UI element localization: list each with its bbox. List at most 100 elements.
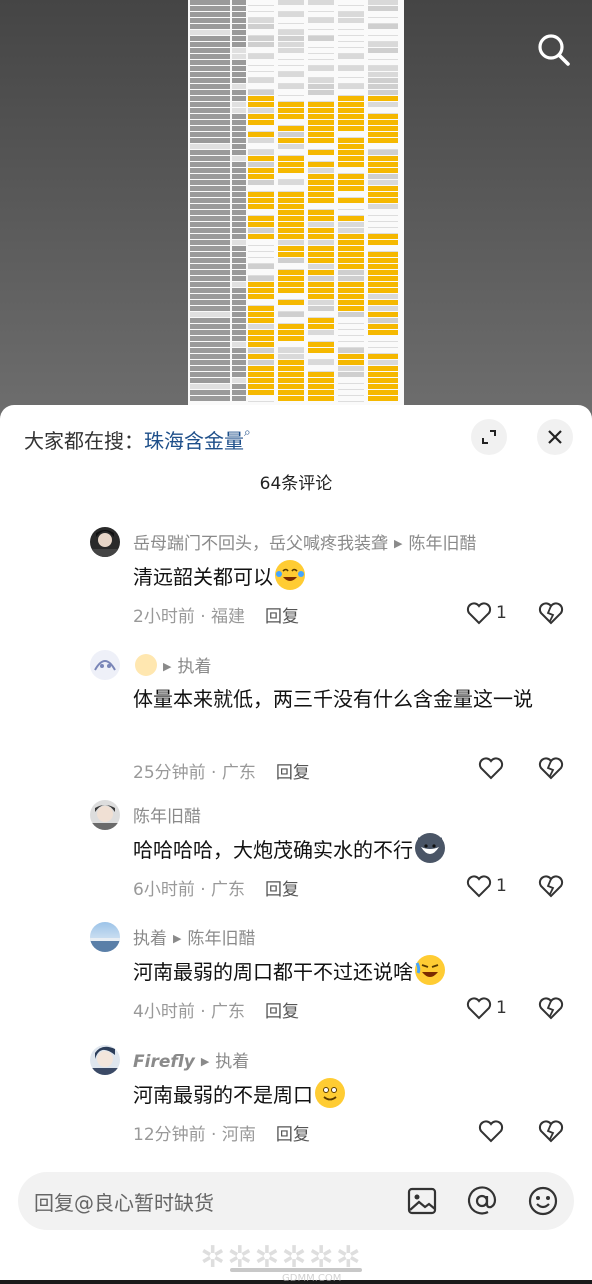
avatar[interactable]: [90, 527, 120, 557]
sheet-cell: [338, 312, 364, 317]
reply-input-bar[interactable]: 回复@良心暂时缺货: [18, 1172, 574, 1230]
sheet-cell: [248, 114, 274, 119]
sheet-cell: [190, 204, 230, 209]
comment-text: 河南最弱的周口都干不过还说啥: [133, 955, 563, 989]
reply-to-name[interactable]: 陈年旧醋: [187, 929, 255, 949]
reply-to-name[interactable]: 陈年旧醋: [408, 534, 476, 554]
sheet-cell: [232, 90, 246, 95]
reply-button[interactable]: 回复: [265, 1002, 299, 1022]
sheet-cell: [278, 270, 304, 275]
sheet-cell: [248, 354, 274, 359]
avatar[interactable]: [90, 922, 120, 952]
sheet-cell: [278, 372, 304, 377]
sheet-cell: [248, 150, 274, 155]
spreadsheet-image[interactable]: [188, 0, 404, 410]
sheet-cell: [338, 222, 364, 227]
sheet-cell: [338, 96, 364, 101]
sheet-cell: [278, 114, 304, 119]
sheet-cell: [308, 0, 334, 5]
comment-author[interactable]: Firefly: [133, 1052, 195, 1072]
dislike-button[interactable]: [538, 756, 564, 784]
sheet-cell: [308, 114, 334, 119]
like-button[interactable]: 1: [466, 996, 507, 1020]
reply-to-name[interactable]: 执着: [215, 1052, 249, 1072]
reply-to-name[interactable]: 执着: [177, 657, 211, 677]
sheet-cell: [368, 138, 398, 143]
sheet-cell: [308, 102, 334, 107]
sheet-cell: [308, 192, 334, 197]
search-icon[interactable]: [534, 30, 574, 70]
avatar[interactable]: [90, 800, 120, 830]
emoji-button[interactable]: [525, 1183, 561, 1219]
image-picker-button[interactable]: [404, 1183, 440, 1219]
comment-author-line: ▶ 执着: [133, 652, 211, 677]
sheet-cell: [278, 102, 304, 107]
dislike-button[interactable]: [538, 874, 564, 902]
expand-button[interactable]: [471, 419, 507, 455]
comment-author[interactable]: 岳母踹门不回头，岳父喊疼我装聋: [133, 534, 388, 554]
sheet-cell: [190, 72, 230, 77]
sheet-cell: [248, 54, 274, 59]
sheet-cell: [308, 90, 334, 95]
comment-text-content: 河南最弱的不是周口: [133, 1083, 313, 1107]
avatar[interactable]: [90, 1045, 120, 1075]
sheet-cell: [248, 36, 274, 41]
sheet-cell: [232, 48, 246, 53]
like-button[interactable]: 1: [466, 874, 507, 898]
sheet-cell: [232, 300, 246, 305]
like-button[interactable]: 1: [466, 601, 507, 625]
like-button[interactable]: [478, 756, 504, 780]
reply-button[interactable]: 回复: [276, 763, 310, 783]
dislike-button[interactable]: [538, 996, 564, 1024]
sheet-cell: [308, 84, 334, 89]
sheet-cell: [190, 192, 230, 197]
sheet-cell: [278, 234, 304, 239]
reply-input[interactable]: 回复@良心暂时缺货: [34, 1187, 214, 1216]
sheet-cell: [190, 276, 230, 281]
heart-icon: [478, 1120, 504, 1143]
dislike-button[interactable]: [538, 601, 564, 629]
sheet-cell: [190, 240, 230, 245]
close-button[interactable]: [537, 419, 573, 455]
sheet-cell: [190, 306, 230, 311]
sheet-cell: [368, 174, 398, 179]
sheet-cell: [232, 24, 246, 29]
comment-text-content: 河南最弱的周口都干不过还说啥: [133, 960, 413, 984]
sheet-cell: [248, 174, 274, 179]
sheet-cell: [190, 138, 230, 143]
sheet-cell: [338, 144, 364, 149]
sheet-cell: [248, 384, 274, 389]
close-icon: [548, 430, 562, 444]
reply-button[interactable]: 回复: [265, 607, 299, 627]
comment-author[interactable]: 陈年旧醋: [133, 807, 201, 827]
sheet-cell: [248, 18, 274, 23]
sheet-cell: [248, 198, 274, 203]
sheet-cell: [308, 186, 334, 191]
sheet-cell: [190, 342, 230, 347]
comment-author[interactable]: 执着: [133, 929, 167, 949]
sheet-cell: [278, 72, 304, 77]
trending-search[interactable]: 大家都在搜：珠海含金量⌕: [24, 425, 251, 454]
sheet-cell: [308, 318, 334, 323]
sheet-cell: [308, 342, 334, 347]
sheet-cell: [278, 360, 304, 365]
like-button[interactable]: [478, 1119, 504, 1143]
sheet-cell: [368, 126, 398, 131]
watermark-text: GDMM.COM: [282, 1273, 342, 1284]
sheet-cell: [338, 294, 364, 299]
sheet-cell: [232, 186, 246, 191]
sheet-cell: [368, 294, 398, 299]
trending-keyword[interactable]: 珠海含金量: [144, 429, 244, 453]
sheet-cell: [248, 192, 274, 197]
mention-button[interactable]: [464, 1183, 500, 1219]
sheet-cell: [308, 348, 334, 353]
reply-button[interactable]: 回复: [276, 1125, 310, 1145]
sheet-cell: [190, 282, 230, 287]
dislike-button[interactable]: [538, 1119, 564, 1147]
sheet-cell: [232, 66, 246, 71]
avatar[interactable]: [90, 650, 120, 680]
reply-button[interactable]: 回复: [265, 880, 299, 900]
sheet-cell: [190, 126, 230, 131]
sheet-cell: [278, 138, 304, 143]
sheet-cell: [190, 198, 230, 203]
